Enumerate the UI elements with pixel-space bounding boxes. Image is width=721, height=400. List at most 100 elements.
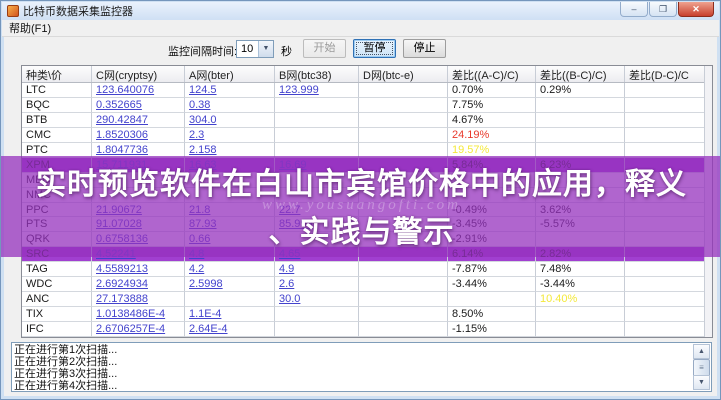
table-row[interactable]: ANC 27.173888 30.0 10.40% — [22, 292, 712, 308]
price-link[interactable]: 15.711931 — [92, 157, 185, 173]
diff-percent-cell — [448, 172, 536, 188]
price-link[interactable]: 0.6758136 — [92, 232, 185, 248]
column-header[interactable]: B网(btc38) — [275, 66, 359, 82]
coin-label: WDC — [22, 277, 92, 293]
table-row[interactable]: TAG 4.5589213 4.2 4.9 -7.87% 7.48% — [22, 262, 712, 278]
pause-button[interactable]: 暂停 — [353, 39, 396, 58]
diff-percent-cell — [625, 247, 712, 263]
table-row[interactable]: WDC 2.6924934 2.5998 2.6 -3.44% -3.44% — [22, 277, 712, 293]
diff-percent-cell: -2.91% — [448, 232, 536, 248]
column-header[interactable]: 差比((A-C)/C) — [448, 66, 536, 82]
title-bar[interactable]: 比特币数据采集监控器 – ❐ ✕ — [2, 2, 719, 20]
price-link[interactable]: 1.1E-4 — [185, 307, 275, 322]
price-link — [275, 112, 359, 128]
menu-bar: 帮助(F1) — [2, 20, 719, 37]
price-link[interactable]: 87.93 — [185, 217, 275, 233]
price-link[interactable]: 16.69 — [275, 157, 359, 173]
column-header[interactable]: D网(btc-e) — [359, 66, 448, 82]
price-link — [275, 142, 359, 158]
price-link[interactable]: 2.6706257E-4 — [92, 322, 185, 337]
diff-percent-cell: 0.29% — [536, 83, 625, 98]
maximize-button[interactable]: ❐ — [649, 2, 677, 17]
table-row[interactable]: QRK 0.6758136 0.66 -2.91% — [22, 232, 712, 248]
menu-help[interactable]: 帮助(F1) — [2, 19, 58, 37]
table-row[interactable]: XPM 15.711931 16.63 16.69 5.84% 6.23% — [22, 157, 712, 173]
table-row[interactable]: SRC 4.52241 4.8 4.65 6.14% 2.82% — [22, 247, 712, 263]
table-row[interactable]: IFC 2.6706257E-4 2.64E-4 -1.15% — [22, 322, 712, 337]
log-scrollbar[interactable]: ▲ ≡ ▼ — [693, 344, 710, 390]
price-link — [359, 292, 448, 308]
chevron-down-icon[interactable]: ▼ — [258, 41, 273, 57]
diff-percent-cell — [625, 158, 712, 173]
column-header[interactable]: C网(cryptsy) — [92, 66, 185, 82]
price-link[interactable]: 4.2 — [185, 262, 275, 278]
price-link[interactable]: 27.173888 — [92, 292, 185, 308]
coin-label: SRC — [22, 247, 92, 263]
price-link[interactable]: 4.65 — [275, 247, 359, 263]
table-body: LTC 123.640076 124.5 123.999 0.70% 0.29% BQC 0.… — [22, 83, 712, 337]
price-link[interactable]: 4.52241 — [92, 247, 185, 263]
diff-percent-cell: -7.87% — [448, 262, 536, 278]
diff-percent-cell — [625, 83, 712, 98]
price-link[interactable]: 0.38 — [185, 97, 275, 113]
price-link[interactable]: 2.5998 — [185, 277, 275, 293]
diff-percent-cell: -1.15% — [448, 322, 536, 337]
price-link[interactable]: 123.999 — [275, 83, 359, 98]
diff-percent-cell: 6.23% — [536, 157, 625, 173]
price-link[interactable]: 4.8 — [185, 247, 275, 263]
minimize-button[interactable]: – — [620, 2, 648, 17]
stop-button[interactable]: 停止 — [403, 39, 446, 58]
price-link[interactable]: 1.8520306 — [92, 127, 185, 143]
scroll-down-icon[interactable]: ▼ — [693, 375, 710, 390]
price-link[interactable]: 0.352665 — [92, 97, 185, 113]
price-link[interactable]: 304.0 — [185, 112, 275, 128]
price-link[interactable]: 22.7 — [275, 202, 359, 218]
price-link[interactable]: 1.8047736 — [92, 142, 185, 158]
price-link — [275, 172, 359, 188]
diff-percent-cell: 0.70% — [448, 83, 536, 98]
price-link[interactable]: 30.0 — [275, 292, 359, 308]
table-row[interactable]: CMC 1.8520306 2.3 24.19% — [22, 127, 712, 143]
price-link — [359, 97, 448, 113]
table-row[interactable]: TIX 1.0138486E-4 1.1E-4 8.50% — [22, 307, 712, 322]
table-row[interactable]: MEC — [22, 172, 712, 188]
price-link[interactable]: 2.64E-4 — [185, 322, 275, 337]
diff-percent-cell: 19.57% — [448, 142, 536, 158]
price-link[interactable]: 124.5 — [185, 83, 275, 98]
price-link[interactable]: 290.42847 — [92, 112, 185, 128]
table-row[interactable]: NMC — [22, 187, 712, 203]
table-row[interactable]: PTS 91.07028 87.93 85.999 -3.45% -5.57% — [22, 217, 712, 233]
price-link[interactable]: 21.90672 — [92, 202, 185, 218]
price-link[interactable]: 1.0138486E-4 — [92, 307, 185, 322]
price-link — [275, 307, 359, 322]
column-header[interactable]: 差比(D-C)/C — [625, 66, 712, 82]
scroll-up-icon[interactable]: ▲ — [693, 344, 710, 359]
table-scrollbar[interactable] — [704, 66, 712, 337]
price-link[interactable]: 21.8 — [185, 202, 275, 218]
log-line: 正在进行第4次扫描... — [14, 380, 118, 390]
price-link[interactable]: 123.640076 — [92, 83, 185, 98]
price-link[interactable]: 91.07028 — [92, 217, 185, 233]
price-link[interactable]: 2.6 — [275, 277, 359, 293]
close-button[interactable]: ✕ — [678, 2, 714, 17]
price-link[interactable]: 85.999 — [275, 217, 359, 233]
table-row[interactable]: LTC 123.640076 124.5 123.999 0.70% 0.29% — [22, 83, 712, 98]
start-button[interactable]: 开始 — [303, 39, 346, 58]
table-row[interactable]: PTC 1.8047736 2.158 19.57% — [22, 142, 712, 158]
column-header[interactable]: 差比((B-C)/C) — [536, 66, 625, 82]
diff-percent-cell — [625, 232, 712, 248]
price-link — [359, 157, 448, 173]
table-row[interactable]: BQC 0.352665 0.38 7.75% — [22, 97, 712, 113]
price-link[interactable]: 2.3 — [185, 127, 275, 143]
price-link[interactable]: 0.66 — [185, 232, 275, 248]
price-link[interactable]: 4.5589213 — [92, 262, 185, 278]
price-link[interactable]: 16.63 — [185, 157, 275, 173]
column-header[interactable]: A网(bter) — [185, 66, 275, 82]
column-header[interactable]: 种类\价 — [22, 66, 92, 82]
price-link[interactable]: 2.158 — [185, 142, 275, 158]
price-link[interactable]: 4.9 — [275, 262, 359, 278]
interval-combobox[interactable]: 10 ▼ — [236, 40, 274, 58]
table-row[interactable]: PPC 21.90672 21.8 22.7 -0.49% 3.62% — [22, 202, 712, 218]
table-row[interactable]: BTB 290.42847 304.0 4.67% — [22, 112, 712, 128]
price-link[interactable]: 2.6924934 — [92, 277, 185, 293]
